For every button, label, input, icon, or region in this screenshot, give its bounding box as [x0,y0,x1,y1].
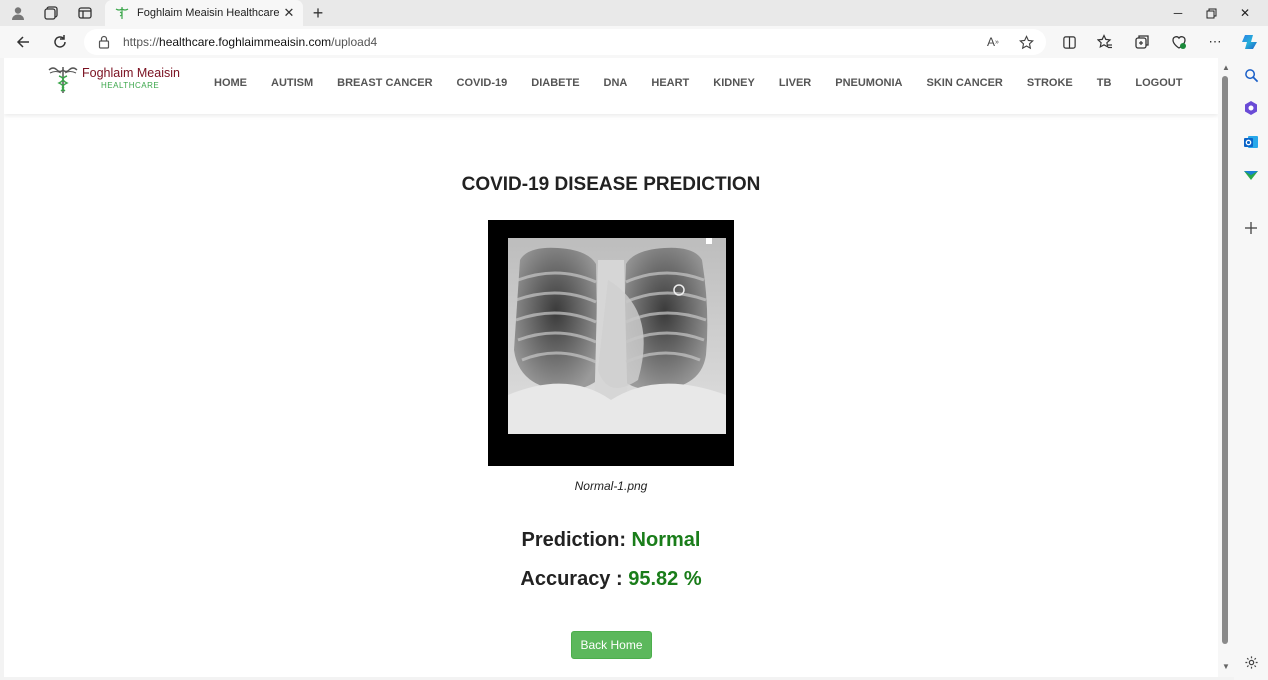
favorites-icon[interactable] [1095,32,1115,52]
drop-icon[interactable] [1242,166,1260,184]
workspaces-icon[interactable] [41,4,61,22]
address-bar[interactable]: https://healthcare.foghlaimmeaisin.com/u… [84,29,1046,55]
accuracy-label: Accuracy : [520,568,629,590]
scroll-down-icon[interactable]: ▼ [1221,661,1231,671]
menu-item-pneumonia[interactable]: PNEUMONIA [835,77,902,89]
menu-item-skin-cancer[interactable]: SKIN CANCER [926,77,1002,89]
prediction-value: Normal [631,529,701,551]
url-host: healthcare.foghlaimmeaisin.com [159,35,332,49]
menu-item-dna[interactable]: DNA [604,77,628,89]
split-screen-icon[interactable] [1059,32,1079,52]
main-menu: HOME AUTISM BREAST CANCER COVID-19 DIABE… [202,77,1194,89]
browser-toolbar: https://healthcare.foghlaimmeaisin.com/u… [0,26,1268,58]
url-prefix: https:// [123,35,160,49]
logo-subtitle: HEALTHCARE [101,81,160,90]
prediction-label: Prediction: [521,529,632,551]
url-path: /upload4 [331,35,378,49]
back-arrow-icon[interactable] [12,31,34,53]
xray-image [488,220,734,466]
scroll-thumb[interactable] [1222,76,1228,644]
collections-icon[interactable] [1132,32,1152,52]
close-tab-icon[interactable]: ✕ [281,5,297,21]
copilot-sidebar-icon[interactable] [1242,99,1260,117]
image-filename: Normal-1.png [574,479,648,493]
site-logo[interactable]: Foghlaim Meaisin HEALTHCARE [48,64,188,94]
site-header: Foghlaim Meaisin HEALTHCARE HOME AUTISM … [4,58,1218,114]
menu-item-covid-19[interactable]: COVID-19 [457,77,508,89]
logo-name: Foghlaim Meaisin [82,66,180,80]
page-title: COVID-19 DISEASE PREDICTION [461,174,761,195]
prediction-line: Prediction: Normal [4,529,1218,552]
accuracy-value: 95.82 % [628,568,702,590]
url-text[interactable]: https://healthcare.foghlaimmeaisin.com/u… [123,35,377,49]
search-icon[interactable] [1242,66,1260,84]
menu-item-kidney[interactable]: KIDNEY [713,77,755,89]
menu-item-liver[interactable]: LIVER [779,77,811,89]
caduceus-icon [115,6,129,20]
menu-item-stroke[interactable]: STROKE [1027,77,1073,89]
menu-item-diabete[interactable]: DIABETE [531,77,579,89]
edge-sidebar [1234,58,1268,680]
restore-icon[interactable] [1194,0,1228,26]
menu-item-heart[interactable]: HEART [651,77,689,89]
back-home-button[interactable]: Back Home [571,631,652,659]
menu-item-breast-cancer[interactable]: BREAST CANCER [337,77,432,89]
menu-item-tb[interactable]: TB [1097,77,1112,89]
accuracy-line: Accuracy : 95.82 % [4,568,1218,591]
tab-actions-icon[interactable] [75,4,95,22]
menu-item-logout[interactable]: LOGOUT [1135,77,1182,89]
page-scrollbar[interactable]: ▲ ▼ [1218,58,1234,677]
refresh-icon[interactable] [49,31,71,53]
tab-title: Foghlaim Meaisin Healthcare [137,7,280,19]
copilot-icon[interactable] [1240,32,1260,52]
browser-essentials-icon[interactable] [1169,32,1189,52]
star-icon[interactable] [1017,33,1035,51]
lock-icon[interactable] [98,35,110,49]
menu-item-home[interactable]: HOME [214,77,247,89]
scroll-up-icon[interactable]: ▲ [1221,62,1231,72]
browser-titlebar: Foghlaim Meaisin Healthcare ✕ + ─ ✕ [0,0,1268,26]
page-viewport: Foghlaim Meaisin HEALTHCARE HOME AUTISM … [4,58,1218,677]
gear-icon[interactable] [1242,653,1260,671]
read-aloud-icon[interactable]: A» [984,33,1002,51]
close-window-icon[interactable]: ✕ [1228,0,1262,26]
menu-item-autism[interactable]: AUTISM [271,77,313,89]
more-icon[interactable]: ⋯ [1205,32,1225,52]
outlook-icon[interactable] [1242,133,1260,151]
add-icon[interactable] [1242,219,1260,237]
minimize-icon[interactable]: ─ [1161,0,1195,26]
profile-icon[interactable] [8,4,28,22]
browser-tab[interactable]: Foghlaim Meaisin Healthcare ✕ [105,0,303,26]
new-tab-icon[interactable]: + [308,3,328,23]
caduceus-logo-icon [48,67,78,93]
